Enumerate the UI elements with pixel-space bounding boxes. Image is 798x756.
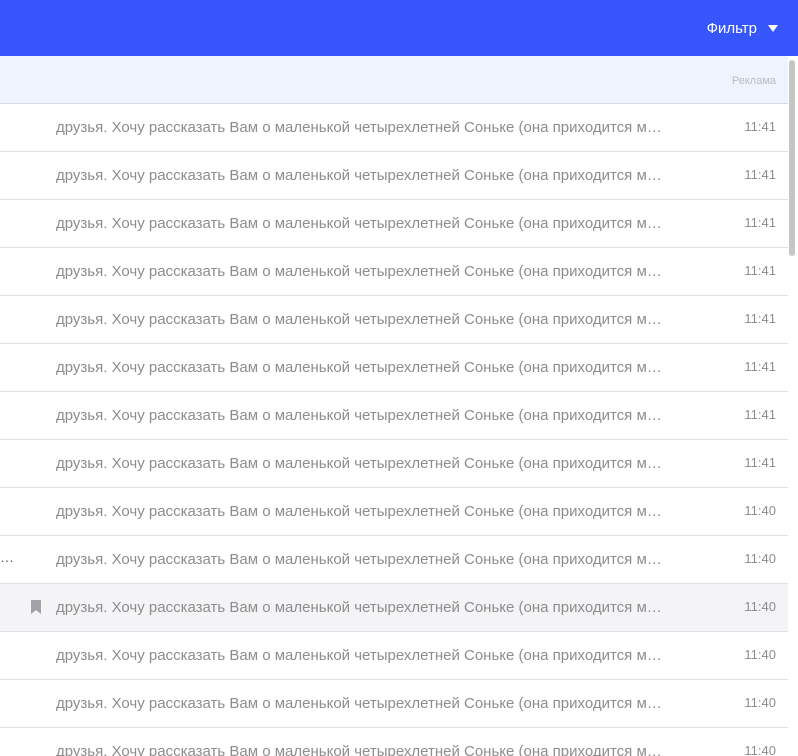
top-bar: Фильтр (0, 0, 798, 56)
message-row[interactable]: друзья. Хочу рассказать Вам о маленькой … (0, 728, 788, 756)
message-time: 11:41 (744, 455, 776, 470)
message-snippet: друзья. Хочу рассказать Вам о маленькой … (56, 647, 668, 664)
message-time: 11:41 (744, 263, 776, 278)
message-snippet: друзья. Хочу рассказать Вам о маленькой … (56, 119, 668, 136)
message-snippet: друзья. Хочу рассказать Вам о маленькой … (56, 551, 668, 568)
message-row[interactable]: друзья. Хочу рассказать Вам о маленькой … (0, 392, 788, 440)
message-snippet: друзья. Хочу рассказать Вам о маленькой … (56, 599, 668, 616)
truncated-sender: … (0, 549, 14, 565)
message-time: 11:41 (744, 119, 776, 134)
message-snippet: друзья. Хочу рассказать Вам о маленькой … (56, 695, 668, 712)
message-row[interactable]: друзья. Хочу рассказать Вам о маленькой … (0, 488, 788, 536)
message-snippet: друзья. Хочу рассказать Вам о маленькой … (56, 359, 668, 376)
message-time: 11:41 (744, 167, 776, 182)
ad-row[interactable]: Реклама (0, 56, 788, 104)
message-time: 11:41 (744, 215, 776, 230)
message-time: 11:40 (744, 503, 776, 518)
message-row[interactable]: друзья. Хочу рассказать Вам о маленькой … (0, 248, 788, 296)
message-snippet: друзья. Хочу рассказать Вам о маленькой … (56, 311, 668, 328)
message-snippet: друзья. Хочу рассказать Вам о маленькой … (56, 503, 668, 520)
message-snippet: друзья. Хочу рассказать Вам о маленькой … (56, 455, 668, 472)
message-snippet: друзья. Хочу рассказать Вам о маленькой … (56, 743, 668, 756)
message-row[interactable]: друзья. Хочу рассказать Вам о маленькой … (0, 296, 788, 344)
message-snippet: друзья. Хочу рассказать Вам о маленькой … (56, 167, 668, 184)
message-time: 11:41 (744, 359, 776, 374)
message-snippet: друзья. Хочу рассказать Вам о маленькой … (56, 215, 668, 232)
message-row[interactable]: друзья. Хочу рассказать Вам о маленькой … (0, 344, 788, 392)
message-time: 11:40 (744, 599, 776, 614)
message-row-hovered[interactable]: друзья. Хочу рассказать Вам о маленькой … (0, 584, 788, 632)
message-list: Реклама друзья. Хочу рассказать Вам о ма… (0, 56, 788, 756)
message-row[interactable]: друзья. Хочу рассказать Вам о маленькой … (0, 104, 788, 152)
message-time: 11:41 (744, 311, 776, 326)
message-row[interactable]: друзья. Хочу рассказать Вам о маленькой … (0, 680, 788, 728)
bookmark-icon[interactable] (31, 600, 41, 614)
message-snippet: друзья. Хочу рассказать Вам о маленькой … (56, 407, 668, 424)
message-row[interactable]: друзья. Хочу рассказать Вам о маленькой … (0, 632, 788, 680)
message-snippet: друзья. Хочу рассказать Вам о маленькой … (56, 263, 668, 280)
message-time: 11:40 (744, 551, 776, 566)
message-time: 11:40 (744, 647, 776, 662)
message-row[interactable]: … друзья. Хочу рассказать Вам о маленько… (0, 536, 788, 584)
ad-label: Реклама (731, 75, 776, 87)
message-time: 11:40 (744, 743, 776, 756)
filter-label: Фильтр (706, 19, 757, 37)
message-time: 11:40 (744, 695, 776, 710)
scrollbar[interactable] (788, 56, 798, 756)
caret-down-icon (768, 25, 778, 32)
message-time: 11:41 (744, 407, 776, 422)
scrollbar-thumb[interactable] (789, 60, 795, 256)
message-row[interactable]: друзья. Хочу рассказать Вам о маленькой … (0, 440, 788, 488)
message-row[interactable]: друзья. Хочу рассказать Вам о маленькой … (0, 152, 788, 200)
filter-dropdown[interactable]: Фильтр (707, 0, 778, 56)
message-row[interactable]: друзья. Хочу рассказать Вам о маленькой … (0, 200, 788, 248)
